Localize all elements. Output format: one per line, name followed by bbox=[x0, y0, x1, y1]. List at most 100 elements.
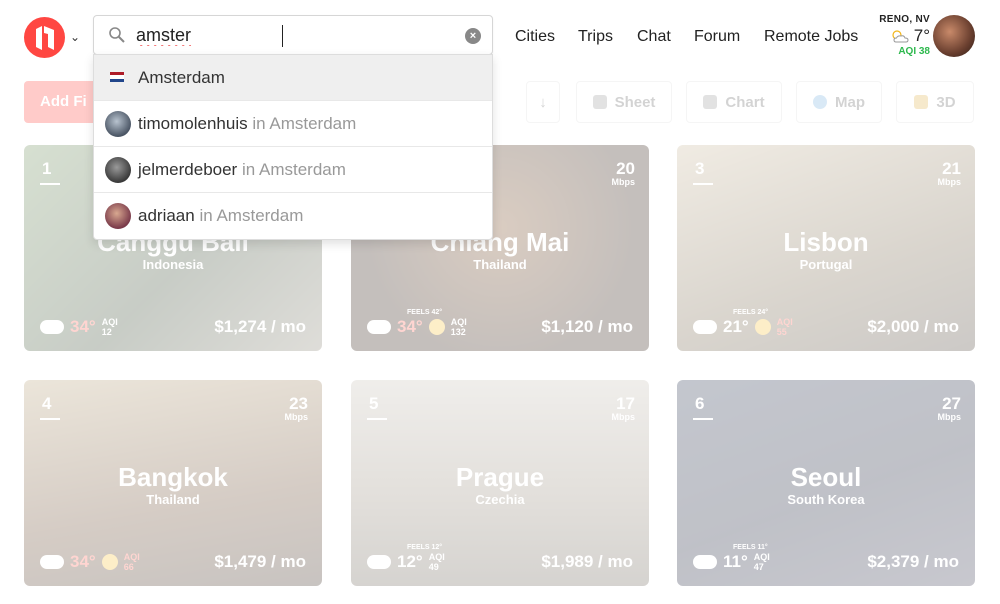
card-city: Lisbon bbox=[783, 227, 869, 257]
card-temp: 34° bbox=[70, 317, 96, 336]
search-input[interactable] bbox=[136, 22, 456, 48]
weather-aqi-value: 38 bbox=[918, 46, 930, 57]
partly-cloudy-icon bbox=[892, 30, 909, 43]
card-wifi-speed: 20 bbox=[616, 159, 635, 178]
nav-remote-jobs[interactable]: Remote Jobs bbox=[764, 28, 858, 46]
chart-label: Chart bbox=[725, 93, 765, 111]
card-rank: 5 bbox=[366, 394, 388, 420]
city-card[interactable]: 6 27 Mbps Seoul South Korea FEELS 11° 11°… bbox=[677, 380, 975, 586]
card-aqi-label: AQI bbox=[753, 552, 770, 562]
card-aqi-label: AQI bbox=[450, 317, 467, 327]
card-aqi: 55 bbox=[776, 327, 787, 337]
card-temp: 12° bbox=[397, 552, 423, 571]
cloud-icon bbox=[367, 555, 391, 569]
cloud-icon bbox=[40, 555, 64, 569]
card-wifi-unit: Mbps bbox=[611, 412, 636, 422]
card-aqi: 47 bbox=[753, 562, 764, 572]
3d-button[interactable]: 3D bbox=[896, 81, 974, 123]
globe-icon bbox=[813, 95, 827, 109]
card-temp: 34° bbox=[70, 552, 96, 571]
card-country: Czechia bbox=[475, 492, 525, 507]
map-button[interactable]: Map bbox=[796, 81, 882, 123]
card-aqi-label: AQI bbox=[123, 552, 140, 562]
card-wifi-speed: 23 bbox=[289, 394, 308, 413]
card-feels: FEELS 42° bbox=[407, 309, 443, 316]
search-icon bbox=[109, 27, 125, 43]
nav-forum[interactable]: Forum bbox=[694, 28, 740, 46]
card-country: Portugal bbox=[799, 257, 853, 272]
card-wifi-speed: 17 bbox=[616, 394, 635, 413]
card-feels: FEELS 12° bbox=[407, 544, 443, 551]
aqi-face-icon bbox=[428, 319, 445, 335]
card-city: Bangkok bbox=[118, 462, 228, 492]
card-aqi: 49 bbox=[428, 562, 439, 572]
user-avatar-icon bbox=[105, 157, 131, 183]
card-wifi-speed: 21 bbox=[942, 159, 961, 178]
user-avatar[interactable] bbox=[933, 15, 975, 57]
card-wifi-unit: Mbps bbox=[937, 177, 962, 187]
suggestion-context: in Amsterdam bbox=[241, 159, 346, 179]
card-wifi-unit: Mbps bbox=[611, 177, 636, 187]
card-temp: 34° bbox=[397, 317, 423, 336]
card-city: Seoul bbox=[790, 462, 862, 492]
card-feels: FEELS 24° bbox=[733, 309, 769, 316]
suggestion-user[interactable]: timomolenhuis in Amsterdam bbox=[94, 101, 492, 147]
aqi-face-icon bbox=[754, 319, 771, 335]
weather-location: RENO, NV bbox=[879, 14, 930, 25]
weather-temp: 7° bbox=[913, 26, 930, 45]
weather-widget[interactable]: RENO, NV 7° AQI 38 bbox=[874, 14, 930, 57]
card-city: Prague bbox=[455, 462, 545, 492]
card-country: South Korea bbox=[787, 492, 865, 507]
suggestion-label: Amsterdam bbox=[138, 67, 225, 87]
card-country: Thailand bbox=[146, 492, 200, 507]
user-avatar-icon bbox=[105, 203, 131, 229]
sort-button[interactable]: ↓ bbox=[526, 81, 560, 123]
suggestion-username: jelmerdeboer bbox=[138, 159, 238, 179]
map-label: Map bbox=[835, 93, 865, 111]
cube-icon bbox=[914, 95, 929, 109]
card-price: $2,379 / mo bbox=[867, 552, 959, 571]
city-card[interactable]: 3 21 Mbps Lisbon Portugal FEELS 24° 21° A… bbox=[677, 145, 975, 351]
nav-chat[interactable]: Chat bbox=[637, 28, 671, 46]
card-rank: 1 bbox=[39, 159, 61, 185]
sheet-button[interactable]: Sheet bbox=[576, 81, 672, 123]
suggestion-user[interactable]: adriaan in Amsterdam bbox=[94, 193, 492, 239]
city-card[interactable]: 4 23 Mbps Bangkok Thailand 34° AQI 66 $1,4… bbox=[24, 380, 322, 586]
suggestion-user[interactable]: jelmerdeboer in Amsterdam bbox=[94, 147, 492, 193]
card-wifi-unit: Mbps bbox=[284, 412, 309, 422]
cloud-icon bbox=[693, 555, 717, 569]
chart-button[interactable]: Chart bbox=[686, 81, 782, 123]
suggestion-context: in Amsterdam bbox=[252, 113, 357, 133]
text-caret bbox=[282, 25, 283, 47]
suggestion-username: timomolenhuis bbox=[138, 113, 248, 133]
chevron-down-icon[interactable]: ⌄ bbox=[70, 30, 80, 44]
suggestion-city[interactable]: Amsterdam bbox=[94, 55, 492, 101]
card-wifi-unit: Mbps bbox=[937, 412, 962, 422]
nav-trips[interactable]: Trips bbox=[578, 28, 613, 46]
card-rank: 3 bbox=[692, 159, 714, 185]
card-rank: 4 bbox=[39, 394, 61, 420]
card-temp: 21° bbox=[723, 317, 749, 336]
chart-icon bbox=[703, 95, 718, 109]
suggestion-context: in Amsterdam bbox=[199, 206, 304, 225]
cloud-icon bbox=[40, 320, 64, 334]
weather-aqi-label: AQI bbox=[898, 46, 917, 57]
card-aqi-label: AQI bbox=[428, 552, 445, 562]
card-country: Indonesia bbox=[142, 257, 204, 272]
card-price: $2,000 / mo bbox=[867, 317, 959, 336]
card-country: Thailand bbox=[473, 257, 527, 272]
clear-search-icon[interactable]: × bbox=[465, 28, 481, 44]
card-temp: 11° bbox=[723, 552, 748, 571]
add-filter-button[interactable]: Add Fi bbox=[24, 81, 104, 123]
aqi-face-icon bbox=[101, 554, 118, 570]
search-suggestions-dropdown: Amsterdam timomolenhuis in Amsterdam jel… bbox=[93, 54, 493, 240]
card-aqi: 132 bbox=[450, 327, 466, 337]
user-avatar-icon bbox=[105, 111, 131, 137]
search-box[interactable]: × bbox=[93, 15, 493, 55]
app-logo[interactable] bbox=[24, 17, 65, 58]
suggestion-username: adriaan bbox=[138, 206, 195, 225]
city-card[interactable]: 5 17 Mbps Prague Czechia FEELS 12° 12° AQ… bbox=[351, 380, 649, 586]
nav-cities[interactable]: Cities bbox=[515, 28, 555, 46]
cloud-icon bbox=[367, 320, 391, 334]
card-price: $1,120 / mo bbox=[541, 317, 633, 336]
